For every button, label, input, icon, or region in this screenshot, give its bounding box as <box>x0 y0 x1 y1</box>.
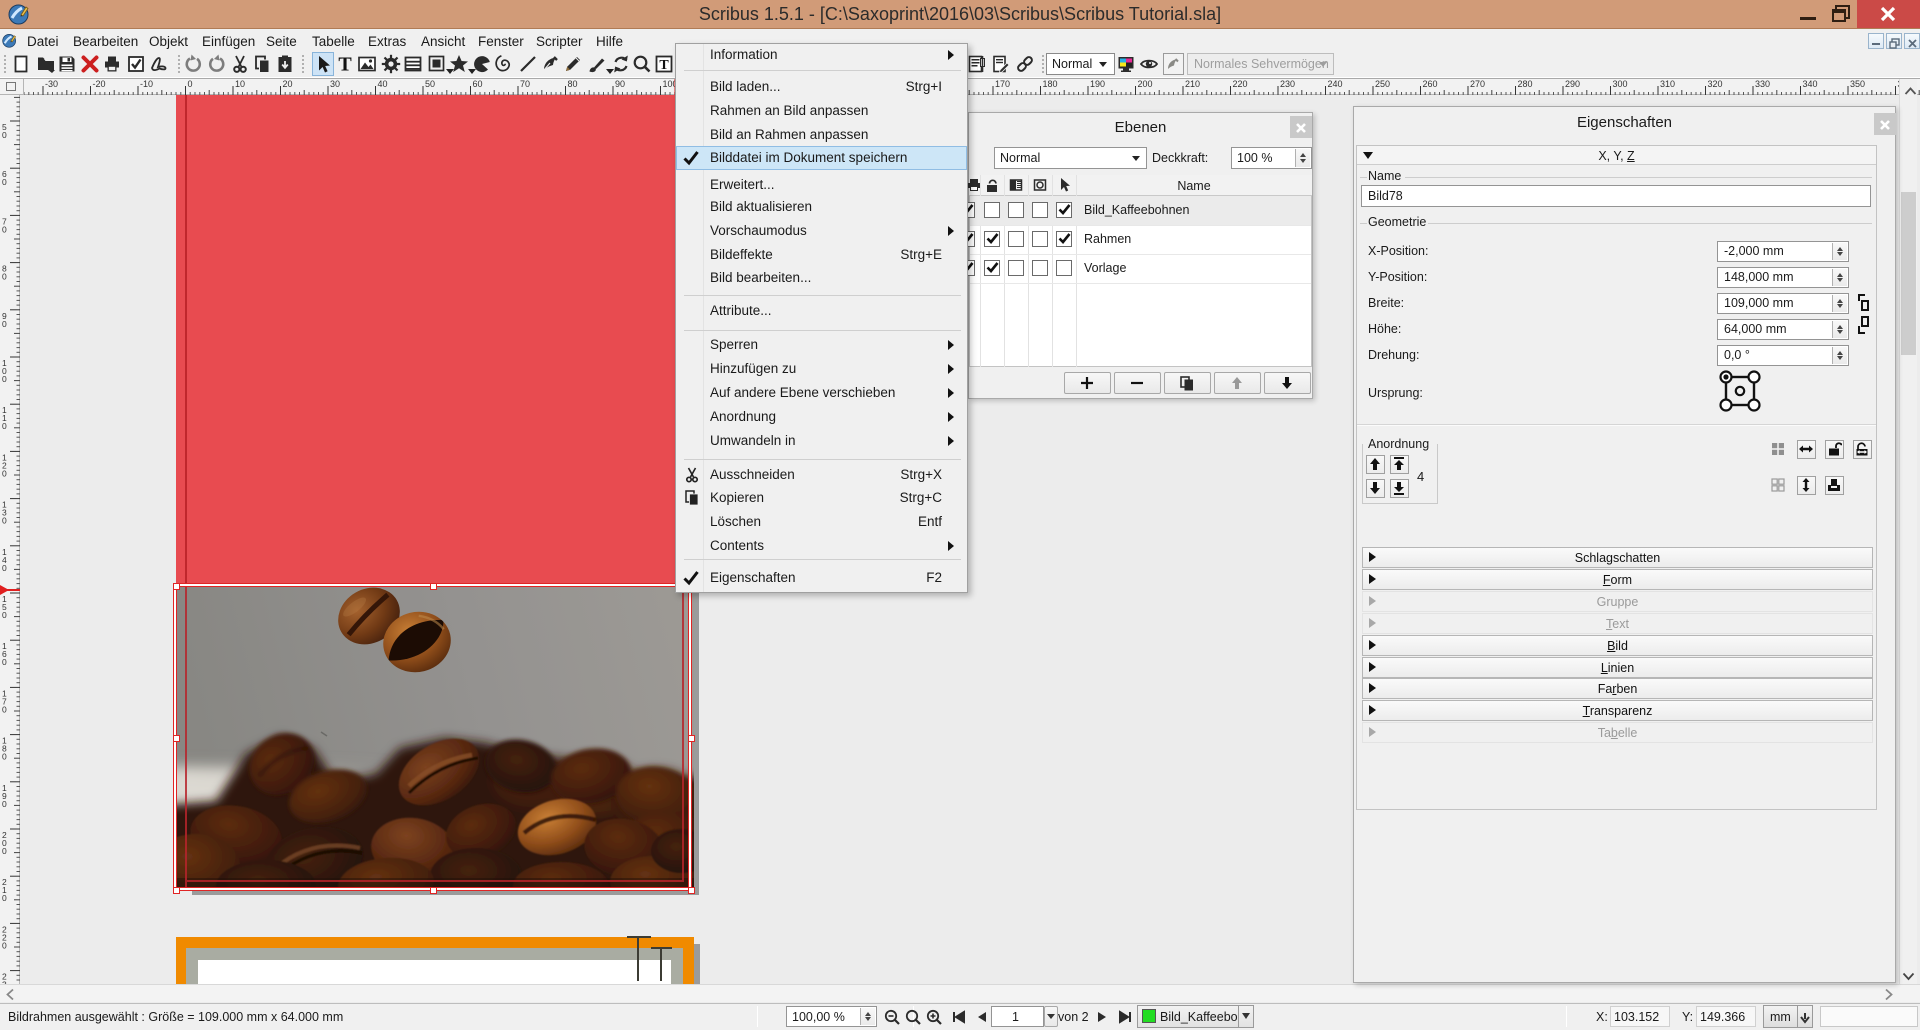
svg-text:0: 0 <box>2 177 7 187</box>
svg-text:-20: -20 <box>93 79 106 89</box>
svg-text:270: 270 <box>1470 79 1485 89</box>
svg-text:180: 180 <box>1043 79 1058 89</box>
svg-text:-10: -10 <box>140 79 153 89</box>
svg-text:0: 0 <box>2 704 7 714</box>
svg-text:0: 0 <box>2 799 7 809</box>
svg-text:0: 0 <box>2 893 7 903</box>
svg-text:350: 350 <box>1850 79 1865 89</box>
svg-text:0: 0 <box>2 846 7 856</box>
svg-text:210: 210 <box>1185 79 1200 89</box>
svg-text:0: 0 <box>2 657 7 667</box>
svg-text:320: 320 <box>1708 79 1723 89</box>
svg-text:T: T <box>659 58 669 73</box>
svg-text:250: 250 <box>1375 79 1390 89</box>
svg-text:40: 40 <box>378 79 388 89</box>
svg-text:80: 80 <box>568 79 578 89</box>
svg-text:260: 260 <box>1423 79 1438 89</box>
svg-text:10: 10 <box>235 79 245 89</box>
svg-text:170: 170 <box>995 79 1010 89</box>
svg-text:230: 230 <box>1280 79 1295 89</box>
svg-text:0: 0 <box>2 130 7 140</box>
svg-text:60: 60 <box>473 79 483 89</box>
svg-text:0: 0 <box>2 563 7 573</box>
svg-text:0: 0 <box>188 79 193 89</box>
svg-text:200: 200 <box>1138 79 1153 89</box>
svg-text:0: 0 <box>2 468 7 478</box>
svg-text:0: 0 <box>2 224 7 234</box>
svg-text:280: 280 <box>1518 79 1533 89</box>
svg-text:-30: -30 <box>45 79 58 89</box>
svg-text:T: T <box>338 54 352 74</box>
svg-text:220: 220 <box>1233 79 1248 89</box>
svg-text:340: 340 <box>1803 79 1818 89</box>
svg-text:310: 310 <box>1660 79 1675 89</box>
svg-text:0: 0 <box>2 319 7 329</box>
svg-text:0: 0 <box>2 272 7 282</box>
svg-text:240: 240 <box>1328 79 1343 89</box>
svg-text:0: 0 <box>2 610 7 620</box>
svg-text:190: 190 <box>1090 79 1105 89</box>
svg-text:0: 0 <box>2 374 7 384</box>
svg-text:330: 330 <box>1755 79 1770 89</box>
svg-text:90: 90 <box>615 79 625 89</box>
svg-text:290: 290 <box>1565 79 1580 89</box>
svg-text:50: 50 <box>425 79 435 89</box>
svg-text:0: 0 <box>2 516 7 526</box>
svg-text:0: 0 <box>2 421 7 431</box>
svg-text:0: 0 <box>2 940 7 950</box>
svg-text:300: 300 <box>1613 79 1628 89</box>
svg-text:0: 0 <box>2 752 7 762</box>
svg-text:30: 30 <box>330 79 340 89</box>
svg-text:20: 20 <box>283 79 293 89</box>
svg-text:70: 70 <box>520 79 530 89</box>
